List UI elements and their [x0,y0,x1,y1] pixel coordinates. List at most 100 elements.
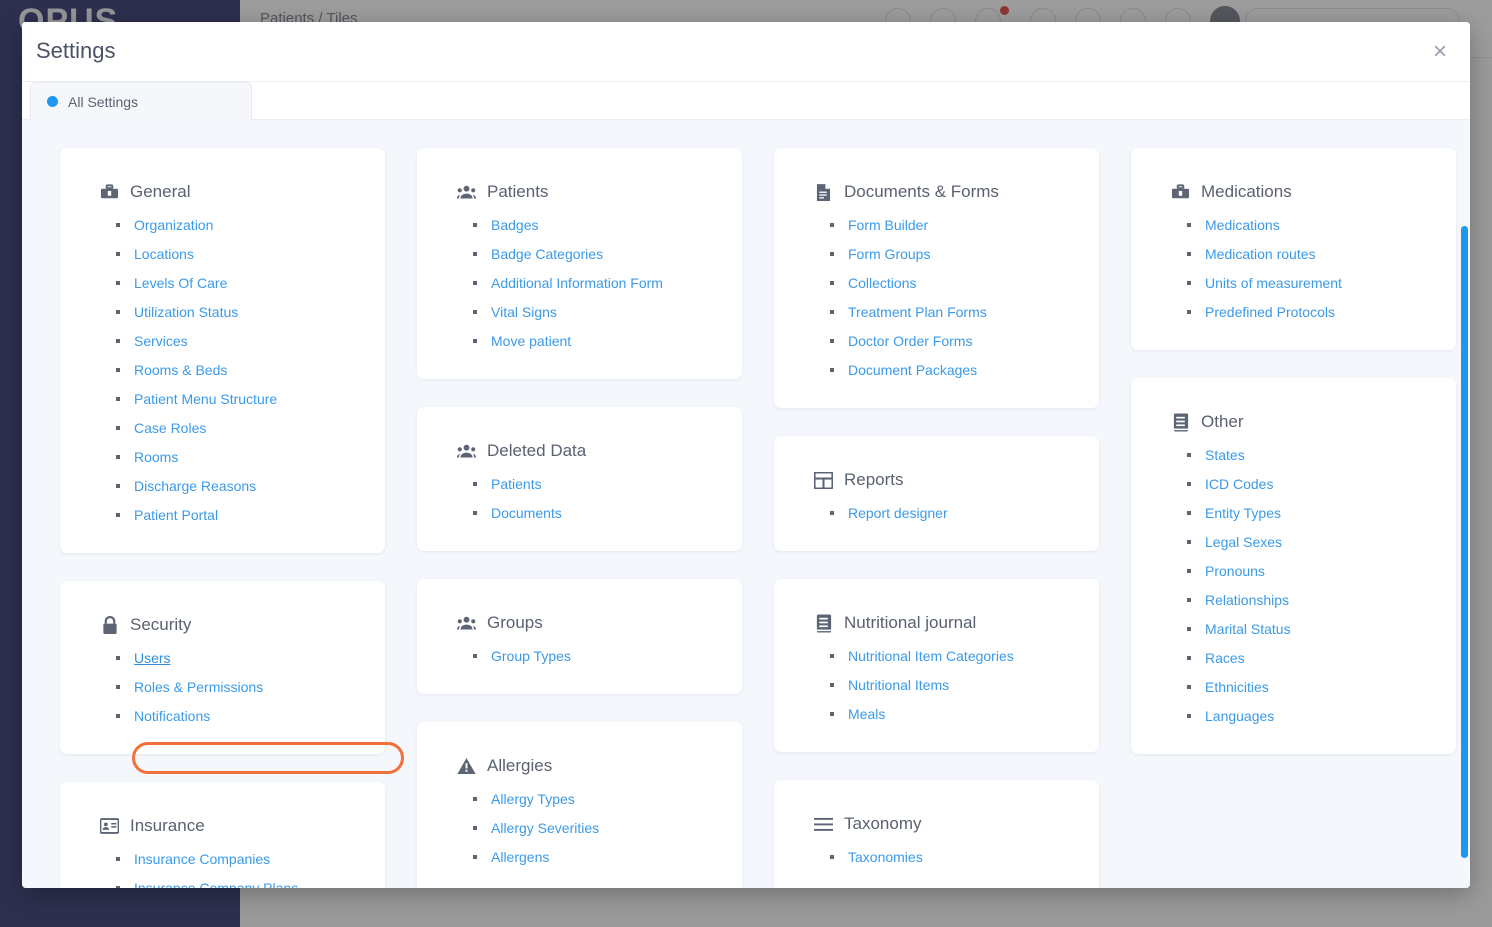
settings-link-insurance-companies[interactable]: Insurance Companies [134,851,270,867]
settings-link-predefined-protocols[interactable]: Predefined Protocols [1205,304,1335,320]
settings-link-nutritional-item-categories[interactable]: Nutritional Item Categories [848,648,1014,664]
settings-link-patient-portal[interactable]: Patient Portal [134,507,218,523]
settings-body: General Organization Locations Levels Of Ca… [22,120,1470,888]
settings-link-medication-routes[interactable]: Medication routes [1205,246,1316,262]
settings-link-allergens[interactable]: Allergens [491,849,549,865]
list-item: Move patient [473,332,712,351]
list-item: Documents [473,504,712,523]
settings-link-treatment-plan-forms[interactable]: Treatment Plan Forms [848,304,987,320]
modal-header: Settings × [22,22,1470,82]
settings-modal: Settings × All Settings General Organizat… [22,22,1470,888]
settings-link-services[interactable]: Services [134,333,188,349]
settings-link-additional-information-form[interactable]: Additional Information Form [491,275,663,291]
settings-link-form-builder[interactable]: Form Builder [848,217,928,233]
settings-link-insurance-company-plans[interactable]: Insurance Company Plans [134,880,298,888]
people-icon [457,442,476,461]
settings-link-vital-signs[interactable]: Vital Signs [491,304,557,320]
list-item: Form Builder [830,216,1069,235]
settings-link-roles-permissions[interactable]: Roles & Permissions [134,679,263,695]
settings-card-insurance: Insurance Insurance Companies Insurance Co… [60,782,385,888]
settings-link-marital-status[interactable]: Marital Status [1205,621,1291,637]
settings-card-security: Security Users Roles & Permissions Notifica… [60,581,385,754]
settings-card-taxonomy: Taxonomy Taxonomies [774,780,1099,888]
settings-link-entity-types[interactable]: Entity Types [1205,505,1281,521]
card-link-list-allergies: Allergy Types Allergy Severities Allergens [457,790,712,867]
settings-column-2: Patients Badges Badge Categories Additional… [401,148,758,888]
settings-link-documents[interactable]: Documents [491,505,562,521]
list-item: Document Packages [830,361,1069,380]
settings-card-groups: Groups Group Types [417,579,742,694]
list-item: Insurance Companies [116,850,355,869]
settings-link-races[interactable]: Races [1205,650,1245,666]
settings-link-rooms-beds[interactable]: Rooms & Beds [134,362,227,378]
list-item: Languages [1187,707,1426,726]
briefcase-icon [1171,183,1190,202]
settings-link-utilization-status[interactable]: Utilization Status [134,304,238,320]
settings-link-form-groups[interactable]: Form Groups [848,246,930,262]
vertical-scrollbar-track[interactable] [1460,218,1470,888]
card-header-documents-forms: Documents & Forms [814,182,1069,202]
tab-all-settings[interactable]: All Settings [30,82,252,120]
settings-link-meals[interactable]: Meals [848,706,885,722]
list-item: Services [116,332,355,351]
list-item: Taxonomies [830,848,1069,867]
settings-link-patient-menu-structure[interactable]: Patient Menu Structure [134,391,277,407]
settings-link-notifications[interactable]: Notifications [134,708,210,724]
settings-card-documents-forms: Documents & Forms Form Builder Form Groups… [774,148,1099,408]
settings-link-badges[interactable]: Badges [491,217,538,233]
settings-link-report-designer[interactable]: Report designer [848,505,948,521]
list-item: Medication routes [1187,245,1426,264]
card-link-list-other: States ICD Codes Entity Types Legal Sexes Pr… [1171,446,1426,726]
settings-card-other: Other States ICD Codes Entity Types Legal Se… [1131,378,1456,754]
card-link-list-security: Users Roles & Permissions Notifications [100,649,355,726]
settings-link-move-patient[interactable]: Move patient [491,333,571,349]
settings-link-locations[interactable]: Locations [134,246,194,262]
settings-columns: General Organization Locations Levels Of Ca… [22,120,1470,888]
list-item: Utilization Status [116,303,355,322]
card-title-general: General [130,182,191,201]
settings-link-badge-categories[interactable]: Badge Categories [491,246,603,262]
settings-link-allergy-types[interactable]: Allergy Types [491,791,575,807]
card-header-patients: Patients [457,182,712,202]
settings-link-patients[interactable]: Patients [491,476,542,492]
lock-icon [100,615,119,635]
card-title-reports: Reports [844,470,904,489]
list-item: States [1187,446,1426,465]
settings-link-medications[interactable]: Medications [1205,217,1280,233]
settings-link-group-types[interactable]: Group Types [491,648,571,664]
vertical-scrollbar-thumb[interactable] [1461,226,1468,858]
settings-link-relationships[interactable]: Relationships [1205,592,1289,608]
settings-link-allergy-severities[interactable]: Allergy Severities [491,820,599,836]
settings-link-ethnicities[interactable]: Ethnicities [1205,679,1269,695]
settings-link-icd-codes[interactable]: ICD Codes [1205,476,1273,492]
card-link-list-patients: Badges Badge Categories Additional Informa… [457,216,712,351]
settings-link-levels-of-care[interactable]: Levels Of Care [134,275,227,291]
settings-link-taxonomies[interactable]: Taxonomies [848,849,923,865]
list-item: Badge Categories [473,245,712,264]
card-link-list-nutritional-journal: Nutritional Item Categories Nutritional I… [814,647,1069,724]
settings-link-document-packages[interactable]: Document Packages [848,362,977,378]
settings-link-units-of-measurement[interactable]: Units of measurement [1205,275,1342,291]
settings-link-collections[interactable]: Collections [848,275,916,291]
list-item: Nutritional Item Categories [830,647,1069,666]
card-title-insurance: Insurance [130,816,205,835]
list-item: Vital Signs [473,303,712,322]
page-title: Settings [36,38,116,63]
settings-link-states[interactable]: States [1205,447,1245,463]
settings-link-discharge-reasons[interactable]: Discharge Reasons [134,478,256,494]
settings-column-3: Documents & Forms Form Builder Form Groups… [758,148,1115,888]
settings-link-legal-sexes[interactable]: Legal Sexes [1205,534,1282,550]
settings-link-organization[interactable]: Organization [134,217,213,233]
list-item: Entity Types [1187,504,1426,523]
settings-link-doctor-order-forms[interactable]: Doctor Order Forms [848,333,972,349]
settings-link-nutritional-items[interactable]: Nutritional Items [848,677,949,693]
settings-link-rooms[interactable]: Rooms [134,449,178,465]
settings-link-languages[interactable]: Languages [1205,708,1274,724]
list-item: Patients [473,475,712,494]
settings-card-deleted-data: Deleted Data Patients Documents [417,407,742,551]
tab-all-settings-label: All Settings [68,93,139,110]
settings-link-pronouns[interactable]: Pronouns [1205,563,1265,579]
settings-link-case-roles[interactable]: Case Roles [134,420,206,436]
settings-link-users[interactable]: Users [134,650,171,666]
close-icon[interactable]: × [1422,34,1458,70]
